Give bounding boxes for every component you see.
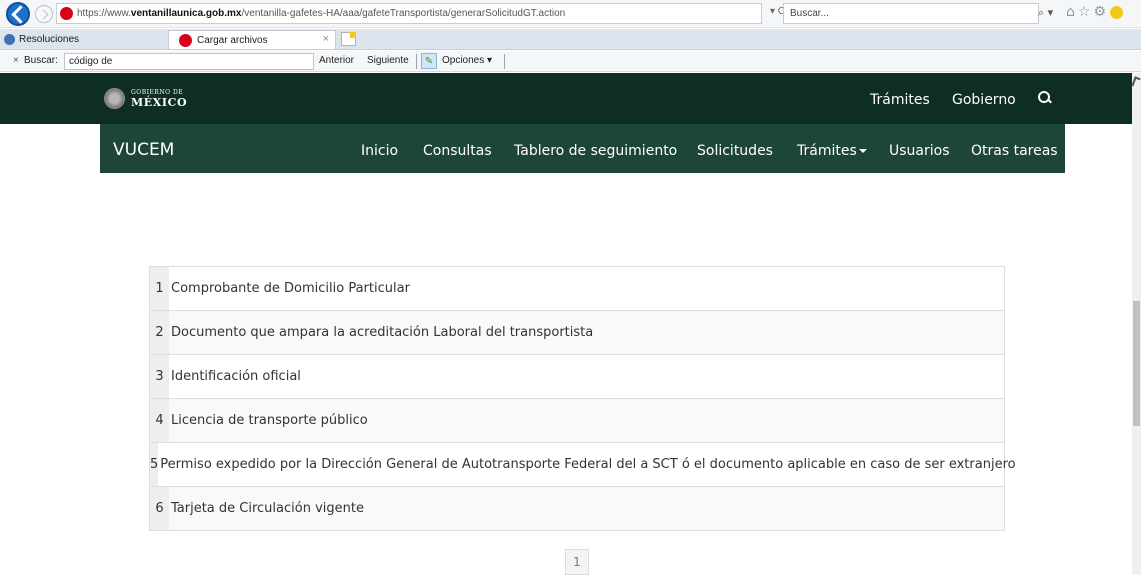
row-number: 2 bbox=[149, 311, 169, 354]
browser-search-input[interactable]: Buscar... bbox=[783, 3, 1039, 24]
divider bbox=[416, 54, 417, 69]
documents-table: 1 Comprobante de Domicilio Particular 2 … bbox=[149, 266, 1016, 531]
feedback-smiley-icon[interactable] bbox=[1110, 5, 1123, 19]
vucem-navbar: VUCEM Inicio Consultas Tablero de seguim… bbox=[100, 124, 1065, 173]
row-number: 1 bbox=[149, 267, 169, 310]
find-previous-button[interactable]: Anterior bbox=[319, 55, 354, 66]
tab-cargar-archivos[interactable]: Cargar archivos × bbox=[168, 30, 336, 49]
document-label: Documento que ampara la acreditación Lab… bbox=[171, 325, 594, 340]
browser-address-bar: https://www. ventanillaunica.gob.mx/venta… bbox=[0, 0, 1141, 28]
table-row[interactable]: 2 Documento que ampara la acreditación L… bbox=[149, 311, 1005, 355]
divider bbox=[504, 54, 505, 69]
row-number: 4 bbox=[149, 399, 169, 442]
tab-label: Cargar archivos bbox=[197, 34, 268, 46]
page-scrollbar[interactable] bbox=[1131, 73, 1141, 575]
back-arrow-icon[interactable] bbox=[6, 2, 30, 26]
table-row[interactable]: 5 Permiso expedido por la Dirección Gene… bbox=[149, 443, 1016, 487]
row-number: 5 bbox=[149, 443, 159, 486]
url-prefix: https://www. bbox=[77, 8, 131, 19]
tab-favicon-icon bbox=[179, 33, 192, 47]
browser-tab-bar: Resoluciones Cargar archivos × bbox=[0, 29, 1141, 50]
seal-icon bbox=[104, 88, 125, 109]
gob-header: GOBIERNO DE MÉXICO Trámites Gobierno bbox=[0, 73, 1132, 124]
forward-arrow-icon[interactable] bbox=[35, 5, 53, 23]
nav-item-tramites[interactable]: Trámites bbox=[797, 143, 867, 159]
find-next-button[interactable]: Siguiente bbox=[367, 55, 409, 66]
highlight-pencil-icon[interactable]: ✎ bbox=[421, 53, 437, 69]
new-tab-icon[interactable] bbox=[341, 32, 356, 46]
gob-link-tramites[interactable]: Trámites bbox=[870, 92, 930, 108]
scroll-up-icon[interactable] bbox=[1131, 76, 1141, 88]
nav-item-inicio[interactable]: Inicio bbox=[361, 143, 398, 159]
table-row[interactable]: 3 Identificación oficial bbox=[149, 355, 1005, 399]
url-domain: ventanillaunica.gob.mx bbox=[130, 8, 242, 19]
nav-item-consultas[interactable]: Consultas bbox=[423, 143, 492, 159]
tab-close-icon[interactable]: × bbox=[323, 33, 329, 45]
logo-big-text: MÉXICO bbox=[131, 95, 188, 109]
nav-label: Trámites bbox=[797, 143, 857, 159]
find-options-button[interactable]: Opciones ▾ bbox=[442, 55, 492, 66]
tab-favicon-icon bbox=[4, 34, 15, 45]
home-star-gear-icon[interactable]: ⌂☆⚙ bbox=[1066, 4, 1109, 20]
find-input[interactable]: código de bbox=[64, 53, 314, 70]
row-number: 3 bbox=[149, 355, 169, 398]
row-number: 6 bbox=[149, 487, 169, 530]
gob-mexico-logo[interactable]: GOBIERNO DE MÉXICO bbox=[104, 88, 187, 109]
table-row[interactable]: 4 Licencia de transporte público bbox=[149, 399, 1005, 443]
table-row[interactable]: 6 Tarjeta de Circulación vigente bbox=[149, 487, 1005, 531]
caret-down-icon bbox=[858, 149, 867, 153]
document-label: Comprobante de Domicilio Particular bbox=[171, 281, 410, 296]
find-close-icon[interactable]: × bbox=[13, 55, 19, 66]
nav-item-tablero[interactable]: Tablero de seguimiento bbox=[514, 143, 677, 159]
pagination-page-button[interactable]: 1 bbox=[565, 549, 589, 575]
find-label: Buscar: bbox=[24, 55, 58, 66]
search-dropdown-icon[interactable]: ⌕ ▾ bbox=[1038, 6, 1053, 20]
tab-label: Resoluciones bbox=[19, 34, 80, 45]
toolbar-icons[interactable]: ⌂☆⚙ bbox=[1066, 4, 1123, 20]
url-path: /ventanilla-gafetes-HA/aaa/gafeteTranspo… bbox=[241, 8, 566, 19]
table-row[interactable]: 1 Comprobante de Domicilio Particular bbox=[149, 267, 1005, 311]
logo-text: GOBIERNO DE MÉXICO bbox=[131, 88, 188, 109]
tab-resoluciones[interactable]: Resoluciones bbox=[0, 30, 168, 49]
document-label: Licencia de transporte público bbox=[171, 413, 368, 428]
find-bar: × Buscar: código de Anterior Siguiente ✎… bbox=[0, 51, 1141, 72]
site-favicon-icon bbox=[60, 7, 73, 20]
logo-small-text: GOBIERNO DE bbox=[131, 88, 184, 96]
nav-item-otras-tareas[interactable]: Otras tareas bbox=[971, 143, 1058, 159]
scroll-thumb[interactable] bbox=[1133, 301, 1140, 426]
document-label: Permiso expedido por la Dirección Genera… bbox=[160, 457, 1016, 472]
nav-item-usuarios[interactable]: Usuarios bbox=[889, 143, 950, 159]
document-label: Identificación oficial bbox=[171, 369, 301, 384]
nav-item-solicitudes[interactable]: Solicitudes bbox=[697, 143, 773, 159]
vucem-brand[interactable]: VUCEM bbox=[113, 140, 174, 160]
gob-link-gobierno[interactable]: Gobierno bbox=[952, 92, 1016, 108]
url-field[interactable]: https://www. ventanillaunica.gob.mx/venta… bbox=[56, 3, 762, 24]
search-icon[interactable] bbox=[1038, 91, 1052, 105]
document-label: Tarjeta de Circulación vigente bbox=[171, 501, 364, 516]
